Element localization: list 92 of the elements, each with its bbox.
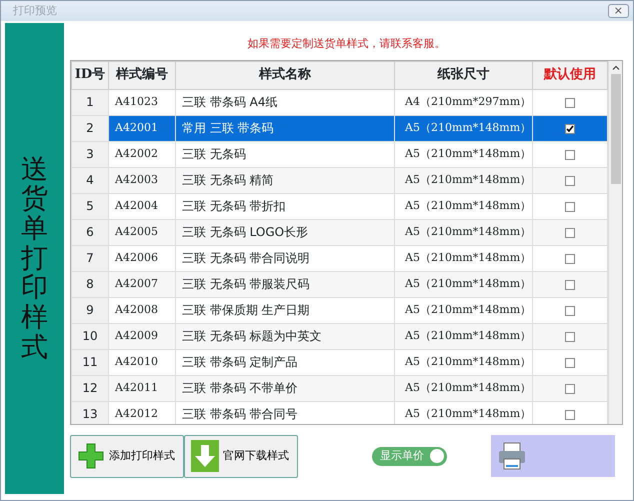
table-cell: 三联 无条码 带服装尺码 xyxy=(176,271,394,297)
table-cell: A42003 xyxy=(108,167,176,193)
checkbox[interactable] xyxy=(565,384,575,394)
table-row[interactable]: 5 A42004 三联 无条码 带折扣 A5（210mm*148mm） xyxy=(72,193,608,219)
table-cell: A42009 xyxy=(108,323,176,349)
checkbox[interactable] xyxy=(565,124,575,134)
print-button[interactable] xyxy=(491,435,615,477)
table-cell: 3 xyxy=(72,141,108,167)
printer-icon xyxy=(497,441,527,471)
checkbox[interactable] xyxy=(565,202,575,212)
table-cell: A42006 xyxy=(108,245,176,271)
table-cell: A5（210mm*148mm） xyxy=(394,115,532,141)
table-cell: 8 xyxy=(72,271,108,297)
window-title: 打印预览 xyxy=(13,2,57,19)
table-cell: A42001 xyxy=(108,115,176,141)
table-cell: A42008 xyxy=(108,297,176,323)
table-cell: A5（210mm*148mm） xyxy=(394,245,532,271)
table-cell: 2 xyxy=(72,115,108,141)
scroll-thumb[interactable] xyxy=(610,74,620,184)
table-row[interactable]: 12 A42011 三联 带条码 不带单价 A5（210mm*148mm） xyxy=(72,375,608,401)
checkbox[interactable] xyxy=(565,280,575,290)
table-cell: 三联 无条码 带折扣 xyxy=(176,193,394,219)
table-row[interactable]: 10 A42009 三联 无条码 标题为中英文 A5（210mm*148mm） xyxy=(72,323,608,349)
table-cell: A42011 xyxy=(108,375,176,401)
table-cell: A42002 xyxy=(108,141,176,167)
table-cell: 11 xyxy=(72,349,108,375)
checkbox[interactable] xyxy=(565,332,575,342)
checkbox[interactable] xyxy=(565,254,575,264)
table-cell: 三联 带条码 不带单价 xyxy=(176,375,394,401)
table-cell: A41023 xyxy=(108,89,176,115)
table-cell: 5 xyxy=(72,193,108,219)
table-cell: A5（210mm*148mm） xyxy=(394,375,532,401)
table-cell: 9 xyxy=(72,297,108,323)
table-cell: A5（210mm*148mm） xyxy=(394,323,532,349)
checkbox[interactable] xyxy=(565,176,575,186)
checkbox[interactable] xyxy=(565,358,575,368)
table-cell: A42005 xyxy=(108,219,176,245)
table-cell: 4 xyxy=(72,167,108,193)
table-cell: A5（210mm*148mm） xyxy=(394,297,532,323)
table-row[interactable]: 6 A42005 三联 无条码 LOGO长形 A5（210mm*148mm） xyxy=(72,219,608,245)
table-cell: A5（210mm*148mm） xyxy=(394,141,532,167)
column-header: 默认使用 xyxy=(532,61,608,89)
table-cell: 12 xyxy=(72,375,108,401)
table-cell: 三联 带条码 定制产品 xyxy=(176,349,394,375)
toolbar-button[interactable]: 官网下载样式 xyxy=(184,434,298,478)
checkbox[interactable] xyxy=(565,410,575,420)
table-cell: 三联 无条码 标题为中英文 xyxy=(176,323,394,349)
table-cell: 7 xyxy=(72,245,108,271)
table-cell: 三联 无条码 精简 xyxy=(176,167,394,193)
checkbox[interactable] xyxy=(565,98,575,108)
scroll-up-icon[interactable] xyxy=(612,64,620,70)
table-row[interactable]: 13 A42012 三联 带条码 带合同号 A5（210mm*148mm） xyxy=(72,401,608,424)
table-cell: 三联 带保质期 生产日期 xyxy=(176,297,394,323)
table-cell: 6 xyxy=(72,219,108,245)
close-button[interactable]: × xyxy=(608,4,629,18)
table-cell: A42007 xyxy=(108,271,176,297)
table-cell: 三联 带条码 A4纸 xyxy=(176,89,394,115)
table-cell: A5（210mm*148mm） xyxy=(394,271,532,297)
table-cell: A5（210mm*148mm） xyxy=(394,167,532,193)
table-cell: 常用 三联 带条码 xyxy=(176,115,394,141)
table-row[interactable]: 2 A42001 常用 三联 带条码 A5（210mm*148mm） xyxy=(72,115,608,141)
plus-icon xyxy=(77,442,105,470)
checkbox[interactable] xyxy=(565,150,575,160)
column-header: ID号 xyxy=(72,61,108,89)
table-row[interactable]: 4 A42003 三联 无条码 精简 A5（210mm*148mm） xyxy=(72,167,608,193)
checkbox[interactable] xyxy=(565,306,575,316)
table-row[interactable]: 1 A41023 三联 带条码 A4纸 A4（210mm*297mm） xyxy=(72,89,608,115)
scrollbar[interactable] xyxy=(608,60,622,424)
column-header: 样式编号 xyxy=(108,61,176,89)
table-row[interactable]: 7 A42006 三联 无条码 带合同说明 A5（210mm*148mm） xyxy=(72,245,608,271)
table-cell: A5（210mm*148mm） xyxy=(394,193,532,219)
table-cell: A4（210mm*297mm） xyxy=(394,89,532,115)
table-cell: A42004 xyxy=(108,193,176,219)
table-row[interactable]: 11 A42010 三联 带条码 定制产品 A5（210mm*148mm） xyxy=(72,349,608,375)
table-cell: A5（210mm*148mm） xyxy=(394,349,532,375)
notice-text: 如果需要定制送货单样式，请联系客服。 xyxy=(246,36,446,52)
table-cell: 三联 无条码 带合同说明 xyxy=(176,245,394,271)
table-cell: 10 xyxy=(72,323,108,349)
table-row[interactable]: 3 A42002 三联 无条码 A5（210mm*148mm） xyxy=(72,141,608,167)
table-row[interactable]: 8 A42007 三联 无条码 带服装尺码 A5（210mm*148mm） xyxy=(72,271,608,297)
table-row[interactable]: 9 A42008 三联 带保质期 生产日期 A5（210mm*148mm） xyxy=(72,297,608,323)
checkbox[interactable] xyxy=(565,228,575,238)
table-cell: 13 xyxy=(72,401,108,424)
table-cell: A42010 xyxy=(108,349,176,375)
column-header: 纸张尺寸 xyxy=(394,61,532,89)
table-cell: 三联 无条码 xyxy=(176,141,394,167)
table-cell: 三联 无条码 LOGO长形 xyxy=(176,219,394,245)
column-header: 样式名称 xyxy=(176,61,394,89)
table-cell: A5（210mm*148mm） xyxy=(394,219,532,245)
sidebar-title: 送货单打印样式 xyxy=(21,154,48,362)
table-cell: 1 xyxy=(72,89,108,115)
toolbar-button[interactable]: 添加打印样式 xyxy=(70,434,184,478)
